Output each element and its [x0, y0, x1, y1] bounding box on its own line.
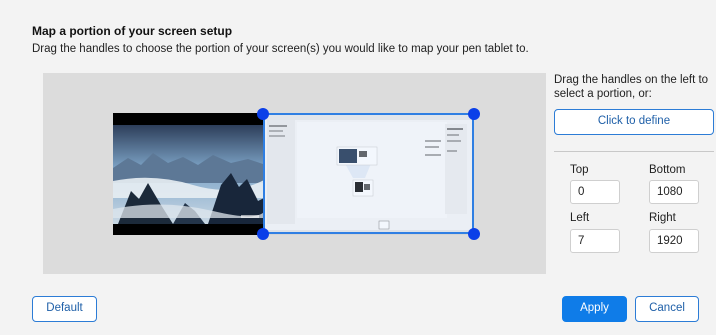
right-label: Right [649, 212, 676, 224]
apply-button[interactable]: Apply [562, 296, 627, 322]
bottom-right-resize-handle[interactable] [468, 228, 480, 240]
top-label: Top [570, 164, 589, 176]
bottom-field[interactable]: 1080 [649, 180, 699, 204]
top-field[interactable]: 0 [570, 180, 620, 204]
click-to-define-button[interactable]: Click to define [554, 109, 714, 135]
display-1-thumbnail [113, 113, 266, 235]
top-right-resize-handle[interactable] [468, 108, 480, 120]
top-left-resize-handle[interactable] [257, 108, 269, 120]
left-field[interactable]: 7 [570, 229, 620, 253]
right-field[interactable]: 1920 [649, 229, 699, 253]
default-button[interactable]: Default [32, 296, 97, 322]
cancel-button[interactable]: Cancel [635, 296, 699, 322]
mountain-wallpaper-image [113, 113, 266, 235]
dialog-subtitle: Drag the handles to choose the portion o… [32, 43, 529, 55]
side-panel-divider [554, 151, 714, 152]
side-panel-hint: Drag the handles on the left to select a… [554, 74, 709, 100]
bottom-label: Bottom [649, 164, 686, 176]
screen-mapping-preview [43, 73, 546, 274]
map-portion-dialog: Map a portion of your screen setup Drag … [8, 0, 714, 335]
selected-portion-frame[interactable] [263, 113, 474, 234]
bottom-left-resize-handle[interactable] [257, 228, 269, 240]
left-label: Left [570, 212, 590, 224]
dialog-title: Map a portion of your screen setup [32, 24, 233, 38]
